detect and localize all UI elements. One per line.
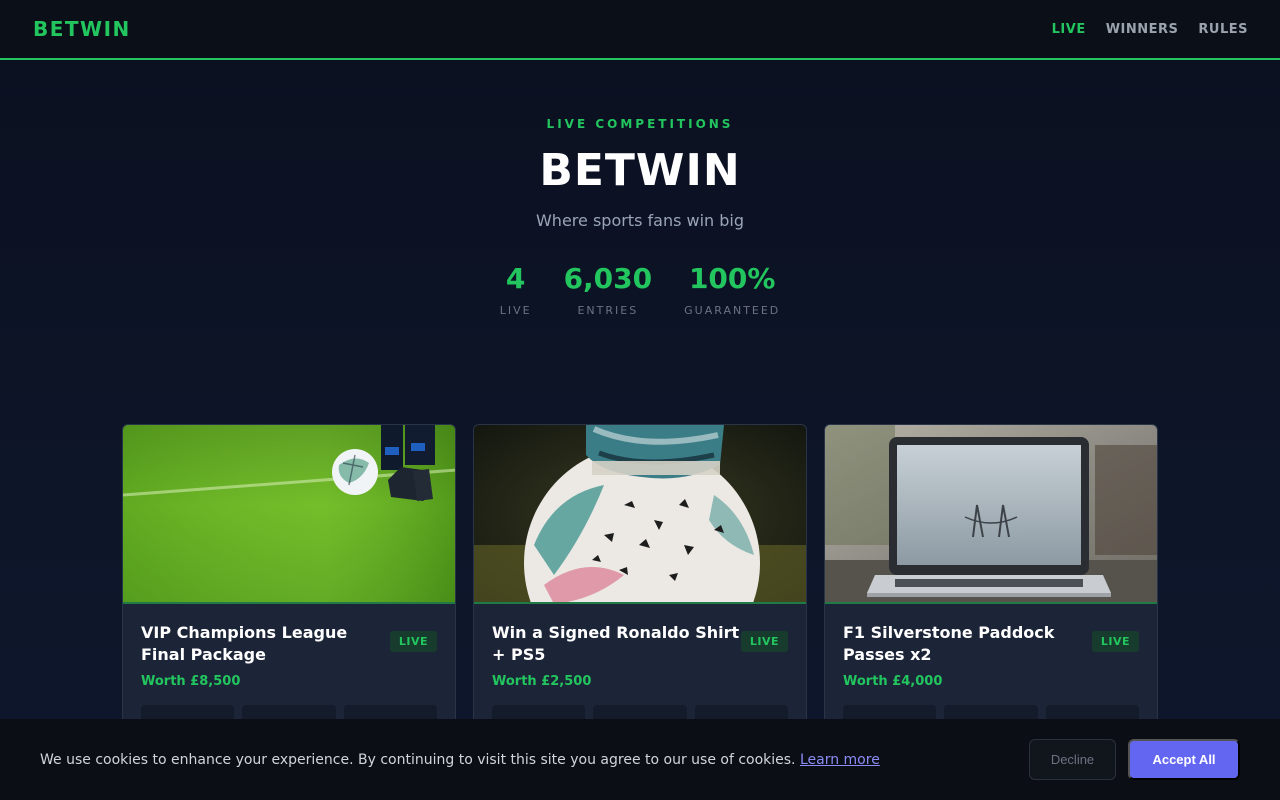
stat-value: 4: [505, 262, 526, 295]
cookie-text: We use cookies to enhance your experienc…: [40, 752, 880, 768]
stat-label: ENTRIES: [577, 304, 639, 317]
nav-links: LIVE WINNERS RULES: [1052, 22, 1248, 37]
learn-more-link[interactable]: Learn more: [800, 752, 880, 768]
card-worth: Worth £4,000: [843, 674, 943, 689]
stat-label: GUARANTEED: [684, 304, 781, 317]
cookie-actions: Decline Accept All: [1029, 739, 1240, 780]
cookie-consent-bar: We use cookies to enhance your experienc…: [0, 719, 1280, 800]
card-title: VIP Champions League Final Package: [141, 623, 348, 664]
live-badge: LIVE: [740, 631, 788, 652]
brand-logo[interactable]: BETWIN: [33, 17, 131, 41]
card-title: F1 Silverstone Paddock Passes x2: [843, 623, 1055, 664]
hero-section: LIVE COMPETITIONS BETWIN Where sports fa…: [0, 62, 1280, 317]
laptop-on-table-image: [825, 425, 1157, 604]
football-on-pitch-image: [123, 425, 455, 604]
live-badge: LIVE: [389, 631, 437, 652]
nav-link-live[interactable]: LIVE: [1052, 22, 1086, 37]
card-worth: Worth £2,500: [492, 674, 592, 689]
card-head: Win a Signed Ronaldo Shirt + PS5 LIVE: [492, 622, 788, 666]
card-worth: Worth £8,500: [141, 674, 241, 689]
card-title: Win a Signed Ronaldo Shirt + PS5: [492, 623, 740, 664]
stat-label: LIVE: [499, 304, 532, 317]
stat-entries: 6,030 ENTRIES: [564, 262, 653, 317]
hero-kicker: LIVE COMPETITIONS: [546, 117, 734, 131]
stat-guaranteed: 100% GUARANTEED: [684, 262, 780, 317]
hero-title: BETWIN: [539, 145, 741, 196]
stat-value: 6,030: [563, 262, 653, 295]
top-navbar: BETWIN LIVE WINNERS RULES: [0, 0, 1280, 60]
stat-value: 100%: [688, 262, 776, 295]
hero-tagline: Where sports fans win big: [535, 211, 745, 230]
football-under-boot-image: [474, 425, 806, 604]
stats-row: 4 LIVE 6,030 ENTRIES 100% GUARANTEED: [0, 262, 1280, 317]
live-badge: LIVE: [1091, 631, 1139, 652]
card-head: F1 Silverstone Paddock Passes x2 LIVE: [843, 622, 1139, 666]
accept-all-button[interactable]: Accept All: [1128, 739, 1240, 780]
card-head: VIP Champions League Final Package LIVE: [141, 622, 437, 666]
nav-link-rules[interactable]: RULES: [1198, 22, 1248, 37]
stat-live: 4 LIVE: [500, 262, 532, 317]
cookie-message: We use cookies to enhance your experienc…: [40, 751, 796, 768]
decline-button[interactable]: Decline: [1029, 739, 1116, 780]
nav-link-winners[interactable]: WINNERS: [1106, 22, 1179, 37]
